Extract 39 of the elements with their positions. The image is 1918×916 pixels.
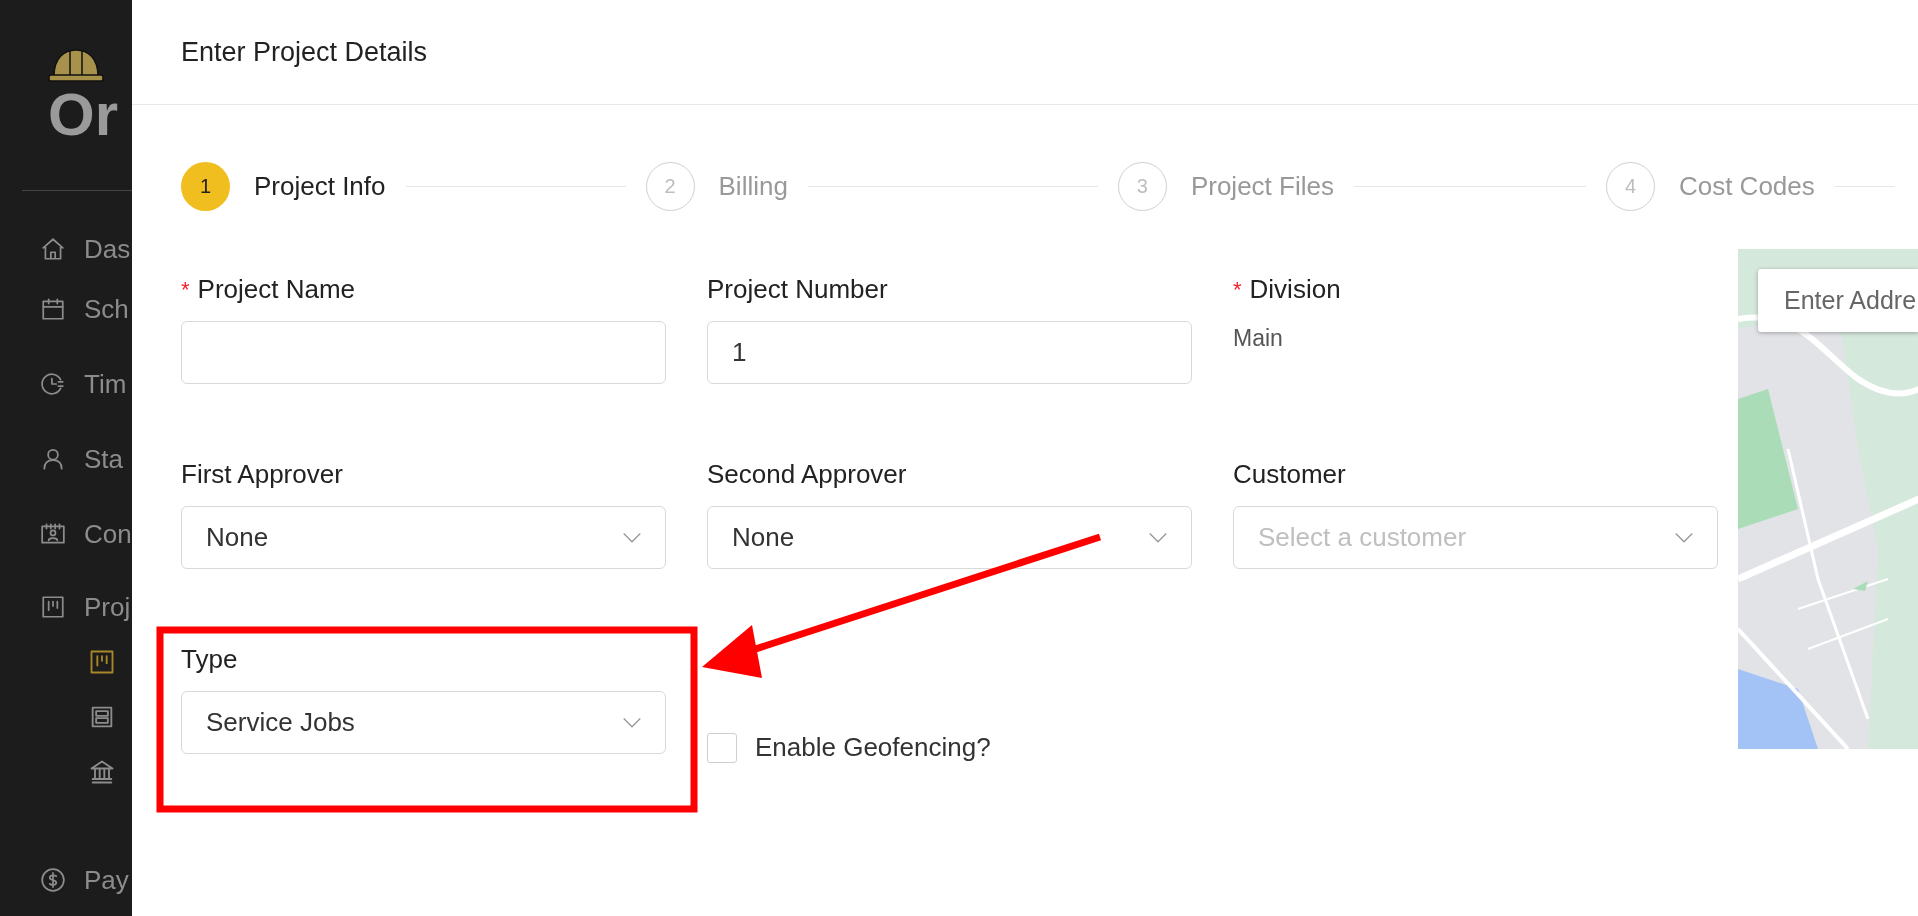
- checkbox[interactable]: [707, 732, 737, 763]
- field-label: First Approver: [181, 457, 343, 491]
- sidebar-item[interactable]: Tim: [0, 364, 132, 404]
- sidebar-item[interactable]: Con: [0, 514, 132, 554]
- address-search-field[interactable]: Enter Addre: [1758, 269, 1918, 332]
- required-asterisk: *: [181, 275, 190, 304]
- step-tab[interactable]: 3 Project Files: [1117, 161, 1334, 211]
- field-label: Customer: [1233, 457, 1346, 491]
- calendar-icon[interactable]: [40, 296, 66, 322]
- field-label: Second Approver: [707, 457, 907, 491]
- logo-text: Or: [48, 85, 120, 145]
- field-label: Division: [1249, 272, 1341, 306]
- select-field[interactable]: None: [181, 506, 666, 569]
- id-card-icon[interactable]: [40, 521, 66, 547]
- step-tab[interactable]: 4 Cost Codes: [1605, 161, 1815, 211]
- field-label: Project Name: [197, 272, 356, 306]
- field-label: Type: [181, 642, 238, 676]
- required-asterisk: *: [1233, 275, 1242, 304]
- select-field[interactable]: None: [707, 506, 1192, 569]
- sidebar-item[interactable]: Sta: [0, 439, 132, 479]
- sidebar-item[interactable]: Pay: [0, 860, 132, 900]
- dollar-icon[interactable]: [40, 867, 66, 893]
- step-tab[interactable]: 1 Project Info: [181, 161, 386, 211]
- sidebar-item[interactable]: Sch: [0, 289, 132, 329]
- sidebar-item[interactable]: Das: [0, 229, 132, 269]
- home-icon[interactable]: [40, 236, 66, 262]
- board-icon[interactable]: [88, 648, 116, 676]
- board-icon[interactable]: [40, 594, 66, 620]
- field-value: Main: [1233, 324, 1284, 353]
- text-input[interactable]: 1: [707, 321, 1192, 384]
- checkbox-label: Enable Geofencing?: [755, 731, 991, 764]
- text-input[interactable]: [181, 321, 666, 384]
- sidebar-item[interactable]: Proj: [0, 587, 132, 627]
- select-field[interactable]: Service Jobs: [181, 691, 666, 754]
- clock-icon[interactable]: [40, 371, 66, 397]
- field-label: Project Number: [707, 272, 888, 306]
- bank-icon[interactable]: [88, 758, 116, 786]
- step-tab[interactable]: 2 Billing: [645, 161, 788, 211]
- modal-title: Enter Project Details: [181, 35, 428, 69]
